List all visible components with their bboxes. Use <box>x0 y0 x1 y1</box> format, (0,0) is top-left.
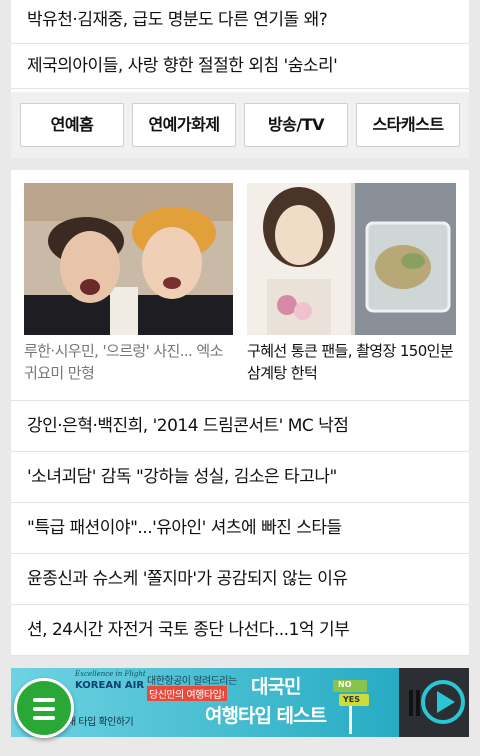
list-item[interactable]: "특급 패션이야"...'유아인' 셔츠에 빠진 스타들 <box>11 503 469 554</box>
sign-yes: YES <box>343 695 361 704</box>
ad-brand: KOREAN AIR <box>75 680 145 691</box>
news-list: 강인·은혁·백진희, '2014 드림콘서트' MC 낙점 '소녀괴담' 감독 … <box>11 401 469 656</box>
ad-subtitle-2: 당신만의 여행타입! <box>147 686 227 701</box>
photo-caption[interactable]: 루한·시우민, '으르렁' 사진... 엑소 귀요미 만형 <box>24 340 233 384</box>
photo-news-item[interactable]: 구혜선 통큰 팬들, 촬영장 150인분 삼계탕 한턱 <box>247 183 456 384</box>
photo-news-item[interactable]: 루한·시우민, '으르렁' 사진... 엑소 귀요미 만형 <box>24 183 233 384</box>
list-item[interactable]: 강인·은혁·백진희, '2014 드림콘서트' MC 낙점 <box>11 401 469 452</box>
photo-thumbnail[interactable] <box>247 183 456 335</box>
ad-cta[interactable]: 내 타입 확인하기 <box>67 713 134 728</box>
ad-tagline: Excellence in Flight <box>75 670 146 678</box>
tab-entertainment-home[interactable]: 연예홈 <box>20 103 124 147</box>
sign-no: NO <box>338 680 352 689</box>
ad-banner[interactable]: Excellence in Flight KOREAN AIR 대한항공이 알려… <box>11 668 469 737</box>
ad-title-2: 여행타입 테스트 <box>205 705 327 727</box>
list-item[interactable]: 션, 24시간 자전거 국토 종단 나선다...1억 기부 <box>11 605 469 656</box>
menu-icon <box>33 707 55 711</box>
photo-caption[interactable]: 구혜선 통큰 팬들, 촬영장 150인분 삼계탕 한턱 <box>247 340 456 384</box>
top-news-card: 박유천·김재중, 급도 명분도 다른 연기돌 왜? 제국의아이들, 사랑 향한 … <box>11 0 469 158</box>
list-item[interactable]: '소녀괴담' 감독 "강하늘 성실, 김소은 타고나" <box>11 452 469 503</box>
list-item[interactable]: 윤종신과 슈스케 '쫄지마'가 공감되지 않는 이유 <box>11 554 469 605</box>
menu-icon <box>33 698 55 702</box>
tab-broadcast-tv[interactable]: 방송/TV <box>244 103 348 147</box>
category-tabs: 연예홈 연예가화제 방송/TV 스타캐스트 <box>11 92 469 158</box>
tab-entertainment-topics[interactable]: 연예가화제 <box>132 103 236 147</box>
photo-thumbnail[interactable] <box>24 183 233 335</box>
ad-subtitle: 대한항공이 알려드리는 <box>147 676 237 687</box>
photo-news: 루한·시우민, '으르렁' 사진... 엑소 귀요미 만형 구혜선 통큰 팬들,… <box>11 170 469 401</box>
menu-icon <box>33 716 55 720</box>
tab-starcast[interactable]: 스타캐스트 <box>356 103 460 147</box>
headline-link[interactable]: 제국의아이들, 사랑 향한 절절한 외침 '숨소리' <box>11 44 469 89</box>
ad-title-1: 대국민 <box>251 676 301 698</box>
headline-link[interactable]: 박유천·김재중, 급도 명분도 다른 연기돌 왜? <box>11 0 469 44</box>
menu-button[interactable] <box>14 678 74 738</box>
main-news-card: 루한·시우민, '으르렁' 사진... 엑소 귀요미 만형 구혜선 통큰 팬들,… <box>11 170 469 656</box>
